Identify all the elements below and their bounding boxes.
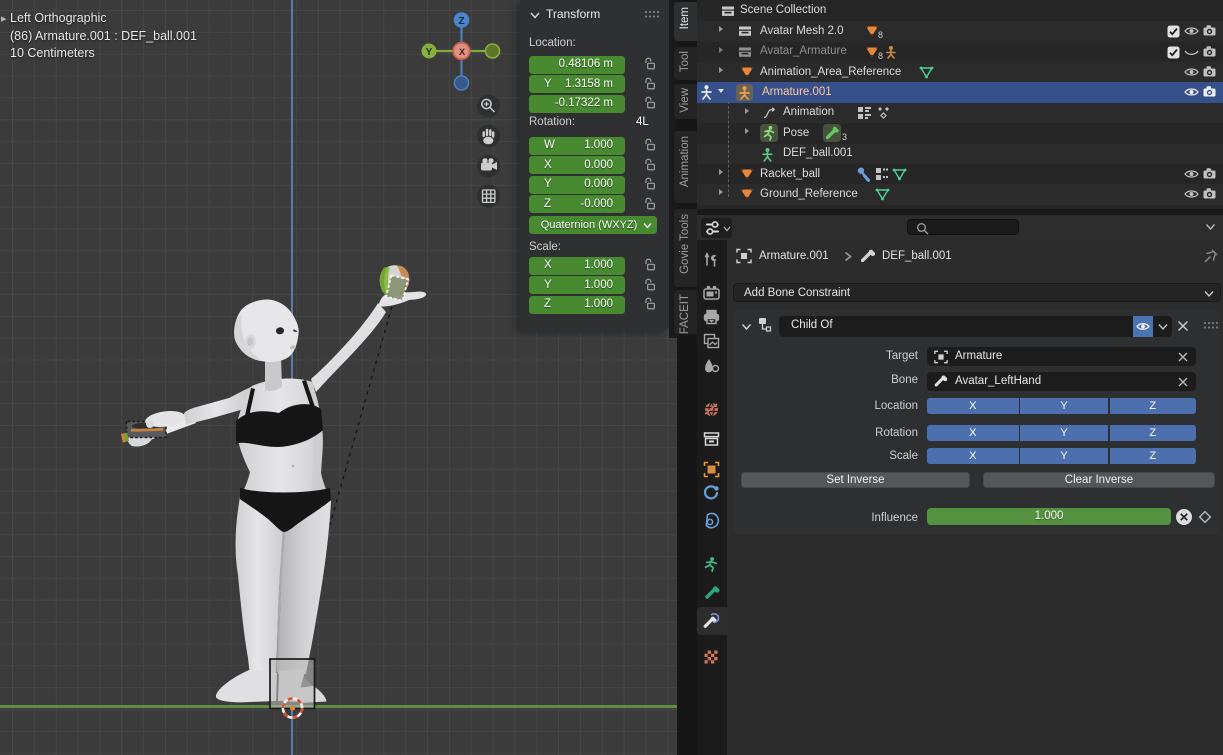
svg-text:X: X	[459, 47, 466, 58]
svg-text:Z: Z	[458, 16, 464, 27]
svg-text:Y: Y	[426, 47, 433, 58]
